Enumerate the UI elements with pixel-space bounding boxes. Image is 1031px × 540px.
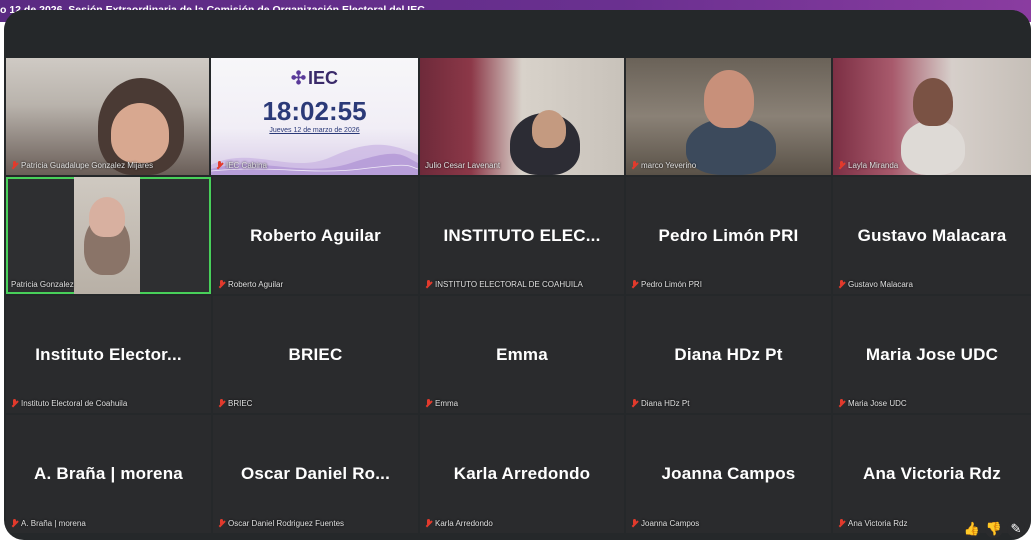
participant-label: BRIEC xyxy=(218,399,252,408)
mic-muted-icon xyxy=(425,519,432,528)
participant-label: Emma xyxy=(425,399,458,408)
participant-label: Layla Miranda xyxy=(838,161,898,170)
participant-name: Pedro Limón PRI xyxy=(658,226,799,245)
mic-muted-icon xyxy=(838,161,845,170)
participant-name: Gustavo Malacara xyxy=(857,226,1007,245)
video-tile-pedro-limon[interactable]: Pedro Limón PRI Pedro Limón PRI xyxy=(626,177,831,294)
participant-label: Patricia Gonzalez xyxy=(11,280,74,289)
participant-name: Emma xyxy=(496,345,548,364)
participant-name: INSTITUTO ELEC... xyxy=(443,226,601,245)
participant-label: Diana HDz Pt xyxy=(631,399,689,408)
mic-muted-icon xyxy=(631,399,638,408)
thumbs-down-icon[interactable]: 👎 xyxy=(985,520,1003,538)
mic-muted-icon xyxy=(218,280,225,289)
mic-muted-icon xyxy=(11,161,18,170)
video-tile-oscar-daniel[interactable]: Oscar Daniel Ro... Oscar Daniel Rodrigue… xyxy=(213,415,418,533)
thumbs-up-icon[interactable]: 👍 xyxy=(963,520,981,538)
mic-muted-icon xyxy=(218,399,225,408)
clock-date: Jueves 12 de marzo de 2026 xyxy=(269,127,360,134)
reaction-bar: 👍 👎 ✎ xyxy=(963,520,1025,538)
video-tile-marco-yeverino[interactable]: marco Yeverino xyxy=(626,58,831,175)
participant-name: BRIEC xyxy=(288,345,343,364)
participant-label: Joanna Campos xyxy=(631,519,699,528)
participant-label: Pedro Limón PRI xyxy=(631,280,702,289)
participant-label: Julio Cesar Lavenant xyxy=(425,161,501,170)
participant-face xyxy=(111,103,169,163)
participant-label: A. Braña | morena xyxy=(11,519,86,528)
participant-label: Ana Victoria Rdz xyxy=(838,519,907,528)
video-tile-maria-jose[interactable]: Maria Jose UDC Maria Jose UDC xyxy=(833,296,1031,413)
pencil-icon[interactable]: ✎ xyxy=(1007,520,1025,538)
mic-muted-icon xyxy=(216,161,223,170)
participant-label: Instituto Electoral de Coahuila xyxy=(11,399,127,408)
participant-label: Gustavo Malacara xyxy=(838,280,913,289)
participant-face xyxy=(704,70,754,128)
participant-name: Oscar Daniel Ro... xyxy=(240,464,391,483)
mic-muted-icon xyxy=(631,519,638,528)
participant-face xyxy=(532,110,566,148)
mic-muted-icon xyxy=(11,519,18,528)
video-tile-emma[interactable]: Emma Emma xyxy=(420,296,624,413)
mic-muted-icon xyxy=(11,399,18,408)
video-tile-roberto-aguilar[interactable]: Roberto Aguilar Roberto Aguilar xyxy=(213,177,418,294)
participant-face xyxy=(89,197,125,237)
participant-name: Roberto Aguilar xyxy=(250,226,381,245)
participant-name: Diana HDz Pt xyxy=(674,345,783,364)
participant-label: Maria Jose UDC xyxy=(838,399,907,408)
participant-label: Oscar Daniel Rodriguez Fuentes xyxy=(218,519,344,528)
video-tile-iec-cabina[interactable]: ✣ IEC 18:02:55 Jueves 12 de marzo de 2026… xyxy=(211,58,418,175)
mic-muted-icon xyxy=(838,280,845,289)
video-tile-a-brana[interactable]: A. Braña | morena A. Braña | morena xyxy=(6,415,211,533)
video-tile-joanna-campos[interactable]: Joanna Campos Joanna Campos xyxy=(626,415,831,533)
participant-label: Karla Arredondo xyxy=(425,519,493,528)
mic-muted-icon xyxy=(425,399,432,408)
participant-video xyxy=(901,120,965,175)
window-header xyxy=(4,10,1031,58)
video-tile-briec[interactable]: BRIEC BRIEC xyxy=(213,296,418,413)
iec-logo-icon: ✣ xyxy=(290,68,307,88)
mic-muted-icon xyxy=(218,519,225,528)
mic-muted-icon xyxy=(631,161,638,170)
participant-name: A. Braña | morena xyxy=(34,464,183,483)
video-call-window: Patricia Guadalupe Gonzalez Mijares ✣ IEC… xyxy=(4,10,1031,540)
video-tile-ana-victoria[interactable]: Ana Victoria Rdz Ana Victoria Rdz xyxy=(833,415,1031,533)
video-tile-instituto-electoral-2[interactable]: Instituto Elector... Instituto Electoral… xyxy=(6,296,211,413)
participant-video xyxy=(74,177,140,294)
participant-name: Maria Jose UDC xyxy=(865,345,999,364)
mic-muted-icon xyxy=(631,280,638,289)
video-tile-layla-miranda[interactable]: Layla Miranda xyxy=(833,58,1031,175)
participant-label: INSTITUTO ELECTORAL DE COAHUILA xyxy=(425,280,583,289)
video-tile-patricia-gonzalez[interactable]: Patricia Gonzalez xyxy=(6,177,211,294)
participant-label: IEC Cabina xyxy=(216,161,267,170)
participant-name: Joanna Campos xyxy=(661,464,796,483)
video-tile-karla-arredondo[interactable]: Karla Arredondo Karla Arredondo xyxy=(420,415,624,533)
participant-label: Patricia Guadalupe Gonzalez Mijares xyxy=(11,161,153,170)
mic-muted-icon xyxy=(425,280,432,289)
video-tile-diana-hdz[interactable]: Diana HDz Pt Diana HDz Pt xyxy=(626,296,831,413)
iec-logo: ✣ IEC xyxy=(290,68,339,88)
mic-muted-icon xyxy=(838,519,845,528)
participant-face xyxy=(913,78,953,126)
mic-muted-icon xyxy=(838,399,845,408)
video-tile-julio-cesar[interactable]: Julio Cesar Lavenant xyxy=(420,58,624,175)
clock-time: 18:02:55 xyxy=(262,96,367,126)
participant-name: Instituto Elector... xyxy=(35,345,182,364)
participant-label: Roberto Aguilar xyxy=(218,280,283,289)
participant-label: marco Yeverino xyxy=(631,161,696,170)
participant-name: Karla Arredondo xyxy=(453,464,591,483)
participant-name: Ana Victoria Rdz xyxy=(863,464,1001,483)
video-tile-gustavo-malacara[interactable]: Gustavo Malacara Gustavo Malacara xyxy=(833,177,1031,294)
video-tile-patricia-guadalupe[interactable]: Patricia Guadalupe Gonzalez Mijares xyxy=(6,58,209,175)
video-tile-instituto-electoral-1[interactable]: INSTITUTO ELEC... INSTITUTO ELECTORAL DE… xyxy=(420,177,624,294)
